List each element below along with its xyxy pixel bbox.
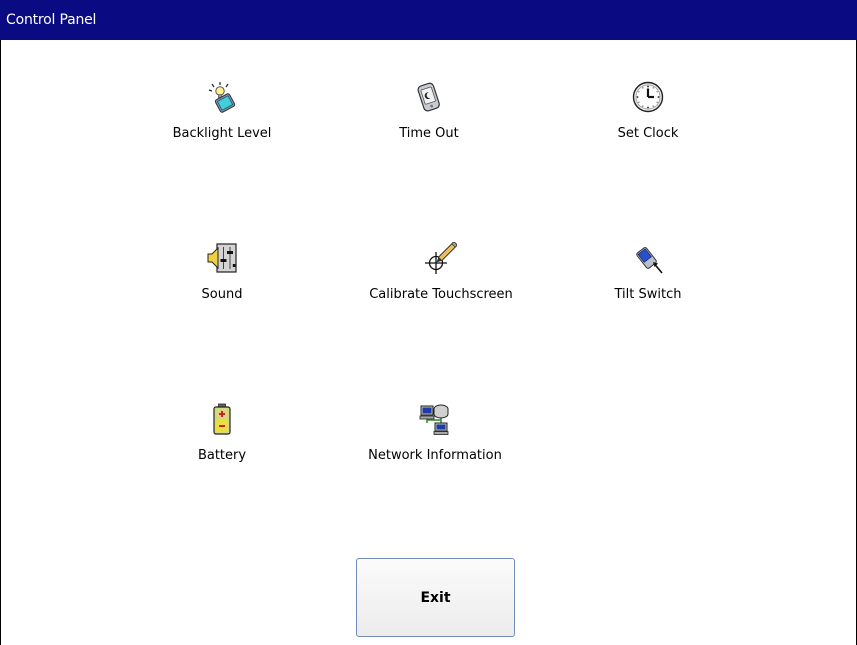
applet-tilt-switch[interactable]: Tilt Switch xyxy=(553,242,743,322)
clock-icon xyxy=(632,81,664,113)
applet-backlight-level[interactable]: Backlight Level xyxy=(127,81,317,161)
applet-label: Backlight Level xyxy=(172,126,272,141)
sound-icon xyxy=(206,242,238,274)
applet-label: Network Information xyxy=(368,448,502,463)
applet-calibrate-touchscreen[interactable]: Calibrate Touchscreen xyxy=(346,241,536,322)
window-frame-left xyxy=(0,40,1,645)
applet-label: Set Clock xyxy=(617,126,679,141)
tilt-switch-icon xyxy=(632,242,664,274)
window-titlebar: Control Panel xyxy=(0,0,857,40)
applet-battery[interactable]: Battery xyxy=(127,403,317,483)
backlight-icon xyxy=(206,81,238,113)
calibrate-icon xyxy=(425,241,458,274)
applet-label: Tilt Switch xyxy=(614,287,682,302)
battery-icon xyxy=(206,403,238,435)
applet-label: Sound xyxy=(201,287,243,302)
applet-network-information[interactable]: Network Information xyxy=(340,403,530,483)
network-icon xyxy=(419,403,451,435)
window-title: Control Panel xyxy=(6,12,97,28)
applet-label: Time Out xyxy=(399,126,459,141)
exit-button[interactable]: Exit xyxy=(356,558,515,637)
applet-set-clock[interactable]: Set Clock xyxy=(553,81,743,161)
applet-label: Calibrate Touchscreen xyxy=(369,287,513,302)
timeout-icon xyxy=(413,81,445,113)
applet-label: Battery xyxy=(197,448,247,463)
applet-sound[interactable]: Sound xyxy=(127,242,317,322)
applet-time-out[interactable]: Time Out xyxy=(334,81,524,161)
